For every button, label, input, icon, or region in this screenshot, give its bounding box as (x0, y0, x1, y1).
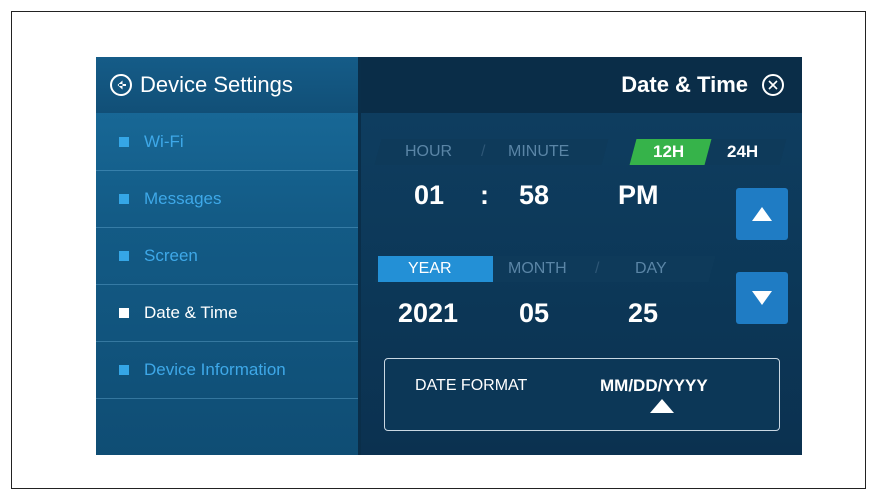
date-format-selector[interactable]: DATE FORMAT MM/DD/YYYY (384, 358, 780, 431)
time-field-labels: HOUR / MINUTE (374, 139, 609, 165)
hour-format-toggle[interactable]: 12H 24H (629, 139, 787, 165)
sidebar-item-wifi[interactable]: Wi-Fi (96, 114, 358, 171)
down-arrow-icon (752, 291, 772, 305)
main-header: Date & Time (361, 57, 802, 113)
bullet-icon (119, 251, 129, 261)
up-arrow-icon (752, 207, 772, 221)
increment-button[interactable] (736, 188, 788, 240)
sidebar: Device Settings Wi-Fi Messages Screen Da… (96, 57, 358, 455)
date-format-label: DATE FORMAT (415, 377, 528, 394)
sidebar-item-label: Date & Time (144, 303, 238, 322)
year-label[interactable]: YEAR (408, 260, 452, 278)
toggle-24h-label[interactable]: 24H (727, 142, 758, 162)
month-label[interactable]: MONTH (508, 260, 567, 278)
back-button[interactable]: Device Settings (96, 57, 358, 113)
year-value[interactable]: 2021 (398, 298, 458, 329)
device-screen: Device Settings Wi-Fi Messages Screen Da… (96, 57, 802, 455)
bullet-icon (119, 365, 129, 375)
day-value[interactable]: 25 (628, 298, 658, 329)
separator: / (481, 143, 486, 160)
close-icon[interactable] (762, 74, 784, 96)
sidebar-item-label: Messages (144, 189, 222, 208)
caret-up-icon[interactable] (650, 399, 674, 413)
sidebar-item-messages[interactable]: Messages (96, 171, 358, 228)
month-value[interactable]: 05 (519, 298, 549, 329)
bullet-icon (119, 308, 129, 318)
page-title: Date & Time (621, 72, 748, 97)
sidebar-item-label: Wi-Fi (144, 132, 184, 151)
separator: / (595, 260, 600, 277)
sidebar-item-screen[interactable]: Screen (96, 228, 358, 285)
bullet-icon (119, 137, 129, 147)
date-format-value[interactable]: MM/DD/YYYY (600, 376, 708, 396)
decrement-button[interactable] (736, 272, 788, 324)
ampm-value[interactable]: PM (618, 180, 659, 211)
time-colon: : (480, 180, 489, 210)
sidebar-title: Device Settings (140, 72, 293, 97)
back-arrow-icon[interactable] (110, 74, 132, 96)
hour-label[interactable]: HOUR (405, 143, 452, 161)
bullet-icon (119, 194, 129, 204)
day-label[interactable]: DAY (635, 260, 667, 278)
toggle-12h-label[interactable]: 12H (653, 142, 684, 162)
sidebar-item-date-time[interactable]: Date & Time (96, 285, 358, 342)
minute-label[interactable]: MINUTE (508, 143, 569, 161)
sidebar-item-label: Screen (144, 246, 198, 265)
sidebar-item-device-information[interactable]: Device Information (96, 342, 358, 399)
date-field-labels: YEAR MONTH / DAY (374, 256, 716, 282)
hour-value[interactable]: 01 (414, 180, 444, 211)
minute-value[interactable]: 58 (519, 180, 549, 211)
main-panel: Date & Time HOUR / MINUTE 12H 24H 01 : 5… (361, 57, 802, 455)
sidebar-item-label: Device Information (144, 360, 286, 379)
